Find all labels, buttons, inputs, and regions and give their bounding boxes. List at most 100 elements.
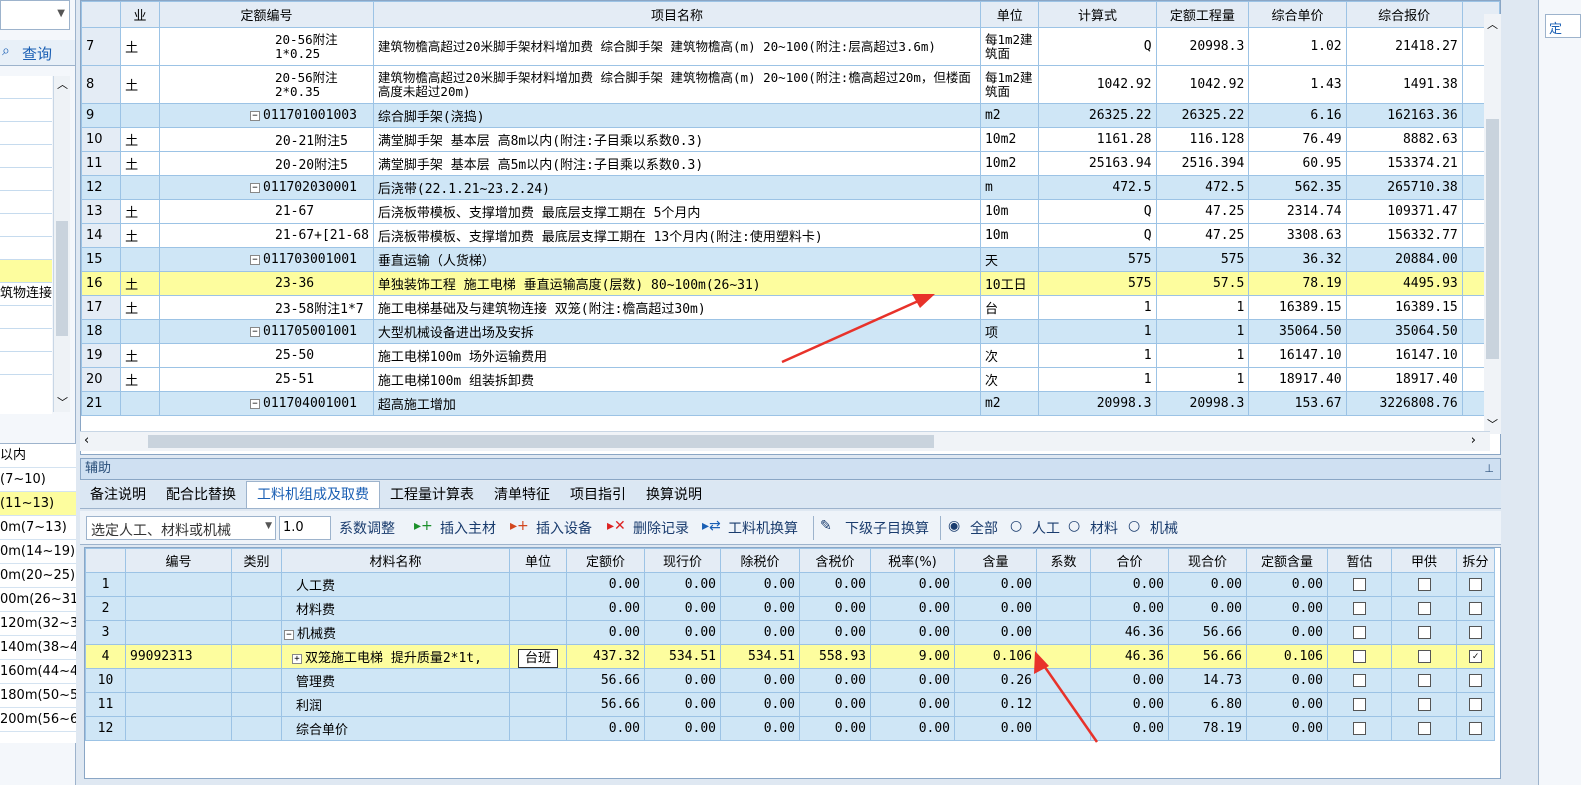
cell-sum[interactable]: 46.36: [1090, 620, 1169, 645]
cell-code[interactable]: 25-51: [159, 367, 374, 392]
col-header-4[interactable]: 计算式: [1038, 1, 1157, 28]
cell-unit[interactable]: 每1m2建筑面: [979, 65, 1040, 104]
cell-owner[interactable]: [1391, 620, 1457, 645]
cell-total[interactable]: 153374.21: [1345, 151, 1463, 176]
chevron-up-icon[interactable]: ︿: [57, 76, 68, 92]
cell-p2[interactable]: 0.00: [644, 716, 721, 741]
cell-owner[interactable]: [1391, 668, 1457, 693]
est-checkbox[interactable]: [1353, 674, 1366, 687]
cell-est[interactable]: [1327, 644, 1392, 669]
radio-all-label[interactable]: 全部: [970, 518, 998, 538]
cell-name[interactable]: 施工电梯100m 场外运输费用: [372, 343, 981, 368]
table-row[interactable]: 2 材料费 0.00 0.00 0.00 0.00 0.00 0.00 0.00 0.00 0.00: [85, 596, 1495, 621]
owner-checkbox[interactable]: [1417, 650, 1431, 663]
cell-p1[interactable]: 0.00: [566, 716, 645, 741]
tab-resource-fees[interactable]: 工料机组成及取费: [246, 481, 380, 508]
resource-select[interactable]: 选定人工、材料或机械 ▼: [86, 516, 276, 540]
tab-item-guide[interactable]: 项目指引: [560, 482, 636, 509]
row-number[interactable]: 10: [80, 127, 122, 152]
cell-formula[interactable]: 472.5: [1038, 175, 1157, 200]
cell-unit[interactable]: 次: [979, 367, 1040, 392]
cell-p3[interactable]: 0.00: [720, 620, 800, 645]
cell-p3[interactable]: 0.00: [720, 596, 800, 621]
cell-unit[interactable]: 项: [979, 319, 1040, 344]
cell-qty[interactable]: 26325.22: [1155, 103, 1250, 128]
cell-code[interactable]: −011701001003: [159, 103, 374, 128]
cell-code[interactable]: [125, 692, 232, 717]
cell-qty[interactable]: 575: [1155, 247, 1250, 272]
cell-formula[interactable]: 1042.92: [1038, 65, 1157, 104]
cell-total[interactable]: 16147.10: [1345, 343, 1463, 368]
cell-code[interactable]: [125, 620, 232, 645]
row-number[interactable]: 8: [80, 65, 122, 104]
cell-coef[interactable]: [1036, 716, 1091, 741]
cell-cat[interactable]: 土: [120, 271, 160, 296]
cell-qc[interactable]: 0.00: [1246, 596, 1328, 621]
cell-est[interactable]: [1327, 692, 1392, 717]
cell-price[interactable]: 153.67: [1248, 391, 1347, 416]
cell-unit[interactable]: [509, 620, 567, 645]
cell-cat[interactable]: [231, 716, 282, 741]
cell-owner[interactable]: [1391, 716, 1457, 741]
cell-cat[interactable]: 土: [120, 65, 160, 104]
cell-total[interactable]: 20884.00: [1345, 247, 1463, 272]
table-row[interactable]: 3− 机械费 0.00 0.00 0.00 0.00 0.00 0.00 46.36 56.66 0…: [85, 620, 1495, 645]
cell-formula[interactable]: 20998.3: [1038, 391, 1157, 416]
table-row[interactable]: 8 土 20-56附注2*0.35 建筑物檐高超过20米脚手架材料增加费 综合脚手架 …: [80, 65, 1501, 104]
radio-labor-label[interactable]: 人工: [1032, 518, 1060, 538]
left-sub-item[interactable]: 0m(14~19): [0, 540, 76, 564]
cell-p4[interactable]: 0.00: [799, 572, 871, 597]
cell-p2[interactable]: 0.00: [644, 572, 721, 597]
r-col-header-4[interactable]: 定额价: [566, 548, 645, 573]
est-checkbox[interactable]: [1353, 626, 1366, 639]
cell-formula[interactable]: 575: [1038, 247, 1157, 272]
left-tree-item[interactable]: [0, 191, 52, 214]
row-number[interactable]: 14: [80, 223, 122, 248]
cell-formula[interactable]: 1: [1038, 367, 1157, 392]
cell-code[interactable]: 20-56附注2*0.35: [159, 65, 374, 104]
left-scrollbar[interactable]: ︿ ﹀: [53, 76, 70, 412]
cell-cat[interactable]: 土: [120, 223, 160, 248]
cell-name[interactable]: 综合单价: [281, 716, 510, 741]
cell-cat[interactable]: [231, 692, 282, 717]
cell-cat[interactable]: 土: [120, 27, 160, 66]
split-checkbox[interactable]: [1469, 674, 1482, 687]
cell-code[interactable]: 21-67: [159, 199, 374, 224]
collapse-icon[interactable]: −: [284, 629, 294, 640]
row-number[interactable]: 17: [80, 295, 122, 320]
cell-price[interactable]: 1.43: [1248, 65, 1347, 104]
scrollbar-thumb[interactable]: [148, 435, 934, 448]
cell-unit[interactable]: 每1m2建筑面: [979, 27, 1040, 66]
search-button[interactable]: ⌕ 查询: [0, 40, 75, 66]
table-row[interactable]: 17 土 23-58附注1*7 施工电梯基础及与建筑物连接 双笼(附注:檐高超过30m…: [80, 295, 1501, 320]
cell-code[interactable]: [125, 716, 232, 741]
cell-qty[interactable]: 1: [1155, 295, 1250, 320]
r-col-header-16[interactable]: 拆分: [1456, 548, 1495, 573]
cell-total[interactable]: 35064.50: [1345, 319, 1463, 344]
cell-formula[interactable]: 1: [1038, 319, 1157, 344]
owner-checkbox[interactable]: [1417, 698, 1431, 711]
cell-qty[interactable]: 57.5: [1155, 271, 1250, 296]
cell-tax[interactable]: 0.00: [870, 668, 955, 693]
row-number[interactable]: 20: [80, 367, 122, 392]
cell-name[interactable]: 单独装饰工程 施工电梯 垂直运输高度(层数) 80~100m(26~31): [372, 271, 981, 296]
cell-formula[interactable]: 25163.94: [1038, 151, 1157, 176]
cell-cat[interactable]: [231, 644, 282, 669]
table-row[interactable]: 11 土 20-20附注5 满堂脚手架 基本层 高5m以内(附注:子目乘以系数0.3)…: [80, 151, 1501, 176]
left-tree-item[interactable]: [0, 352, 52, 375]
cell-name[interactable]: 材料费: [281, 596, 510, 621]
cell-qty[interactable]: 2516.394: [1155, 151, 1250, 176]
est-checkbox[interactable]: [1353, 578, 1366, 591]
cell-p4[interactable]: 0.00: [799, 596, 871, 621]
cell-est[interactable]: [1327, 716, 1392, 741]
cell-coef[interactable]: [1036, 620, 1091, 645]
cell-sum[interactable]: 0.00: [1090, 596, 1169, 621]
cell-cat[interactable]: 土: [120, 151, 160, 176]
chevron-down-icon[interactable]: ﹀: [57, 394, 68, 410]
cell-formula[interactable]: 1: [1038, 343, 1157, 368]
main-vertical-scrollbar[interactable]: ︿ ﹀: [1484, 14, 1501, 434]
left-tree-item[interactable]: [0, 329, 52, 352]
right-tab[interactable]: 定: [1545, 14, 1581, 38]
cell-total[interactable]: 162163.36: [1345, 103, 1463, 128]
cell-cat[interactable]: [120, 103, 160, 128]
